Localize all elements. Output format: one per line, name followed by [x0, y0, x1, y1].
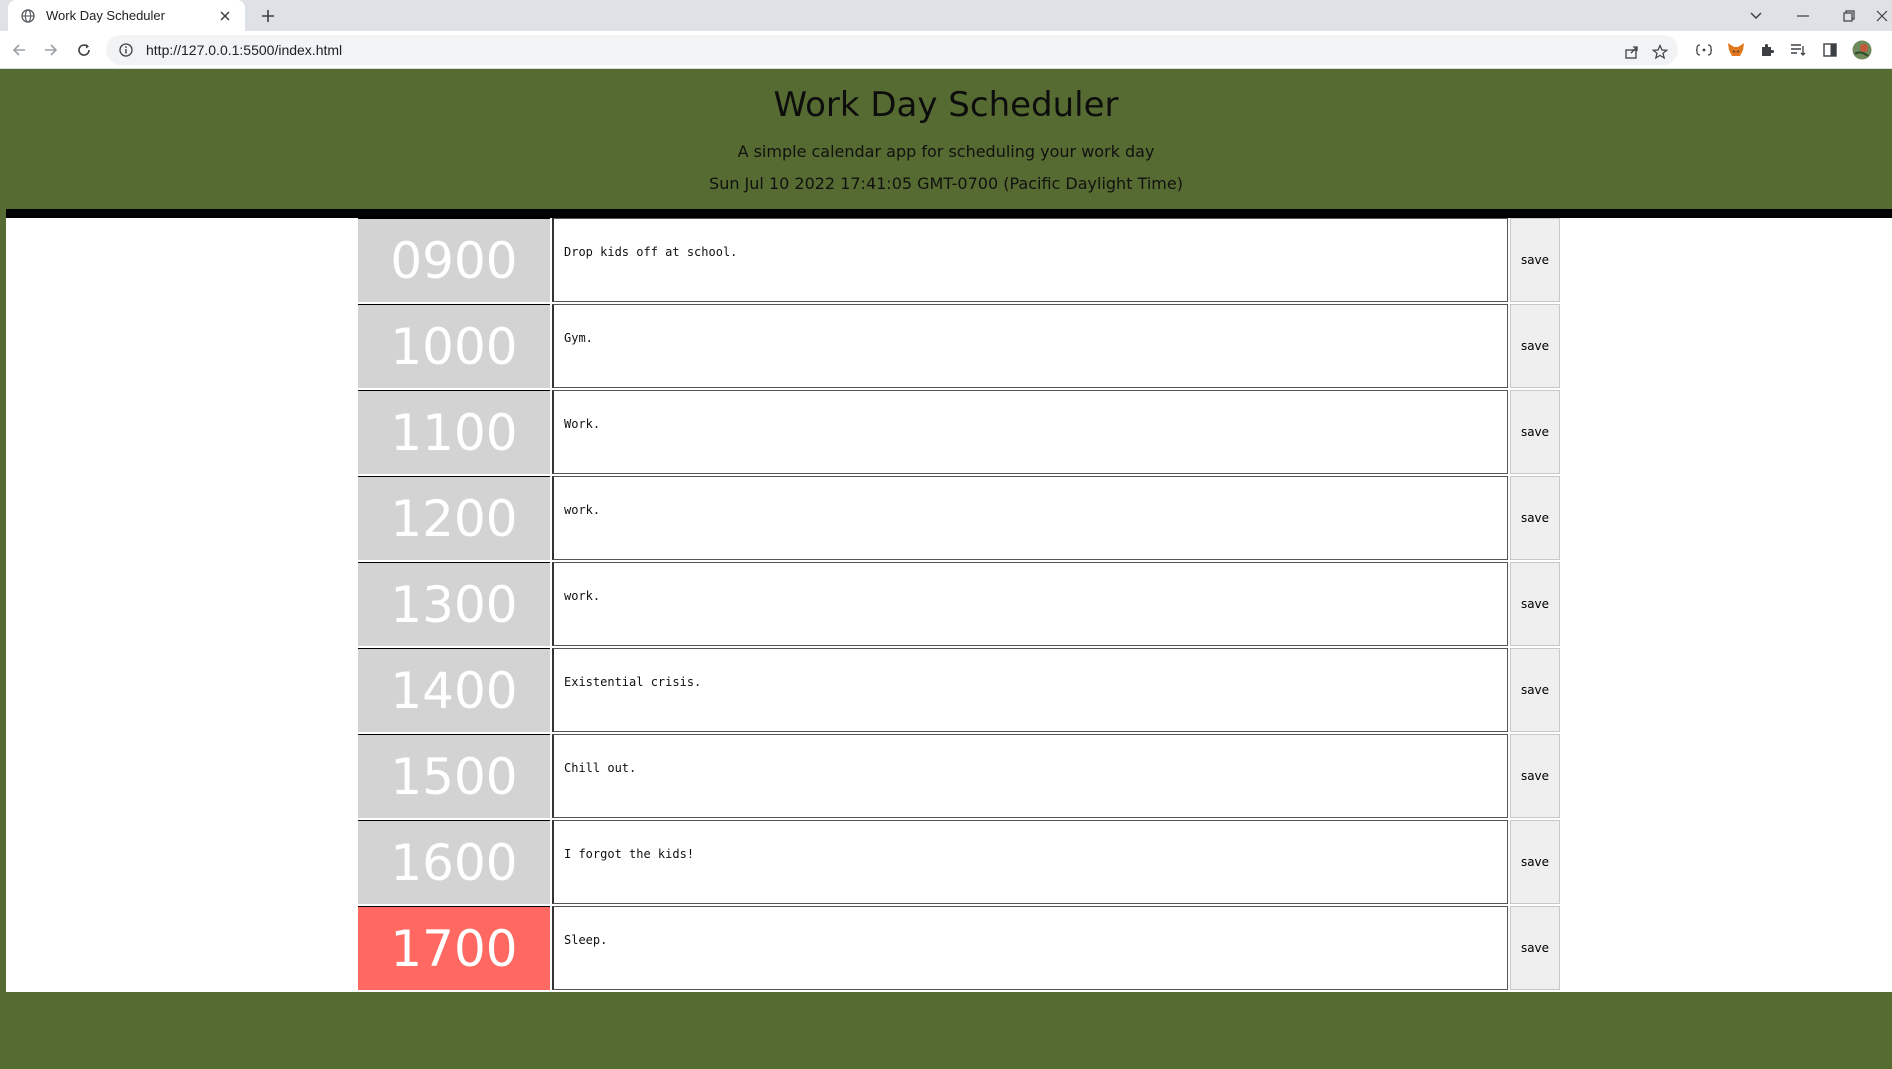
save-button[interactable]: save — [1510, 648, 1560, 732]
save-button[interactable]: save — [1510, 820, 1560, 904]
hour-label: 0900 — [358, 218, 550, 302]
event-description-input[interactable] — [552, 820, 1508, 904]
save-button[interactable]: save — [1510, 304, 1560, 388]
time-block-row: 1400 save — [358, 648, 1565, 732]
time-block-row: 1100 save — [358, 390, 1565, 474]
minimize-icon[interactable] — [1783, 0, 1823, 31]
event-description-input[interactable] — [552, 390, 1508, 474]
hour-label: 1600 — [358, 820, 550, 904]
time-block-row: 1600 save — [358, 820, 1565, 904]
page-header: Work Day Scheduler A simple calendar app… — [0, 69, 1892, 209]
event-description-input[interactable] — [552, 648, 1508, 732]
event-description-input[interactable] — [552, 906, 1508, 990]
page-title: Work Day Scheduler — [773, 85, 1119, 125]
hour-label: 1300 — [358, 562, 550, 646]
url-text: http://127.0.0.1:5500/index.html — [146, 42, 343, 58]
event-description-input[interactable] — [552, 734, 1508, 818]
globe-icon — [20, 8, 36, 24]
time-block-row: 1500 save — [358, 734, 1565, 818]
schedule-container: 0900 save 1000 save 1100 save 1200 save … — [6, 218, 1892, 992]
reload-icon[interactable] — [74, 40, 94, 60]
bookmark-star-icon[interactable] — [1650, 42, 1670, 62]
side-panel-icon[interactable] — [1820, 40, 1840, 60]
time-block-row: 1300 save — [358, 562, 1565, 646]
hour-label: 1700 — [358, 906, 550, 990]
current-date-time: Sun Jul 10 2022 17:41:05 GMT-0700 (Pacif… — [709, 174, 1183, 193]
event-description-input[interactable] — [552, 304, 1508, 388]
time-block-row: 0900 save — [358, 218, 1565, 302]
hour-label: 1000 — [358, 304, 550, 388]
site-info-icon[interactable] — [118, 42, 134, 58]
event-description-input[interactable] — [552, 562, 1508, 646]
time-block-row: 1000 save — [358, 304, 1565, 388]
time-block-row: 1700 save — [358, 906, 1565, 990]
page-subtitle: A simple calendar app for scheduling you… — [737, 142, 1155, 161]
back-icon[interactable] — [9, 40, 29, 60]
save-button[interactable]: save — [1510, 218, 1560, 302]
header-divider — [6, 209, 1892, 218]
save-button[interactable]: save — [1510, 906, 1560, 990]
save-button[interactable]: save — [1510, 476, 1560, 560]
hour-label: 1100 — [358, 390, 550, 474]
tab-search-icon[interactable] — [1736, 0, 1776, 31]
close-window-icon[interactable] — [1872, 0, 1892, 31]
new-tab-icon[interactable] — [258, 6, 278, 26]
profile-avatar-icon[interactable] — [1852, 40, 1872, 60]
save-button[interactable]: save — [1510, 562, 1560, 646]
time-block-row: 1200 save — [358, 476, 1565, 560]
hour-label: 1500 — [358, 734, 550, 818]
save-button[interactable]: save — [1510, 390, 1560, 474]
save-button[interactable]: save — [1510, 734, 1560, 818]
reading-list-icon[interactable] — [1788, 40, 1808, 60]
event-description-input[interactable] — [552, 476, 1508, 560]
event-description-input[interactable] — [552, 218, 1508, 302]
close-tab-icon[interactable] — [217, 8, 233, 24]
hour-label: 1400 — [358, 648, 550, 732]
metamask-fox-icon[interactable] — [1726, 40, 1746, 60]
forward-icon[interactable] — [41, 40, 61, 60]
browser-toolbar: http://127.0.0.1:5500/index.html — [0, 31, 1892, 69]
extension-brackets-icon[interactable] — [1694, 40, 1714, 60]
browser-tab[interactable]: Work Day Scheduler — [8, 0, 245, 31]
address-bar[interactable]: http://127.0.0.1:5500/index.html — [106, 35, 1678, 65]
browser-tab-strip: Work Day Scheduler — [0, 0, 1892, 31]
hour-label: 1200 — [358, 476, 550, 560]
restore-icon[interactable] — [1829, 0, 1869, 31]
tab-title: Work Day Scheduler — [46, 8, 165, 23]
share-icon[interactable] — [1622, 42, 1642, 62]
extensions-puzzle-icon[interactable] — [1757, 40, 1777, 60]
